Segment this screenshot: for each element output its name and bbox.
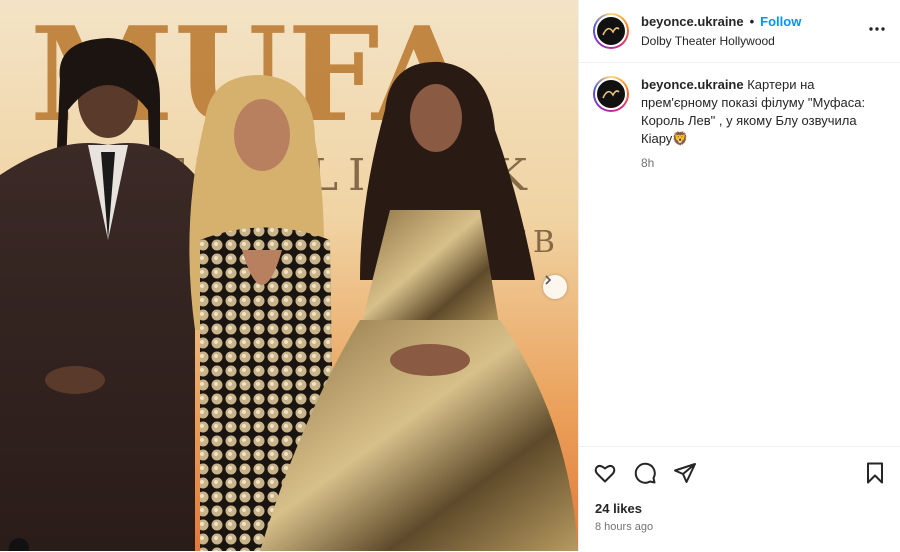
- caption-age[interactable]: 8h: [641, 156, 887, 170]
- separator-dot: •: [749, 14, 755, 29]
- follow-button[interactable]: Follow: [760, 14, 801, 29]
- header-username[interactable]: beyonce.ukraine: [641, 14, 744, 29]
- avatar-logo-icon: [602, 27, 620, 36]
- photo-illustration: MUFA THE LION K IB: [0, 0, 578, 551]
- heart-icon: [594, 465, 616, 483]
- comment-button[interactable]: [633, 461, 657, 485]
- like-button[interactable]: [593, 461, 617, 485]
- more-options-icon: [869, 27, 885, 31]
- location-link[interactable]: Dolby Theater Hollywood: [641, 34, 775, 48]
- carousel-indicator: [9, 538, 29, 551]
- caption-avatar[interactable]: [593, 76, 629, 112]
- caption-username[interactable]: beyonce.ukraine: [641, 77, 744, 92]
- post-header: beyonce.ukraine • Follow Dolby Theater H…: [579, 0, 900, 63]
- header-user-row: beyonce.ukraine • Follow: [641, 14, 801, 29]
- share-button[interactable]: [673, 461, 697, 485]
- post-timestamp[interactable]: 8 hours ago: [595, 521, 653, 533]
- action-icons: [593, 461, 697, 485]
- next-image-button[interactable]: [543, 275, 567, 299]
- bookmark-icon: [867, 462, 883, 484]
- share-icon: [674, 463, 696, 483]
- post-caption: beyonce.ukraine Картери на прем'єрному п…: [579, 62, 900, 170]
- chevron-right-icon: [545, 275, 552, 285]
- more-options-button[interactable]: [868, 20, 886, 43]
- avatar[interactable]: [593, 13, 629, 49]
- caption-body: beyonce.ukraine Картери на прем'єрному п…: [641, 76, 891, 148]
- post-actions: 24 likes 8 hours ago: [579, 446, 900, 552]
- likes-count[interactable]: 24 likes: [595, 501, 642, 516]
- post-side-panel: beyonce.ukraine • Follow Dolby Theater H…: [578, 0, 900, 551]
- comment-icon: [634, 462, 656, 484]
- avatar-logo-icon: [602, 90, 620, 99]
- save-button[interactable]: [863, 461, 887, 490]
- post-photo[interactable]: MUFA THE LION K IB: [0, 0, 578, 551]
